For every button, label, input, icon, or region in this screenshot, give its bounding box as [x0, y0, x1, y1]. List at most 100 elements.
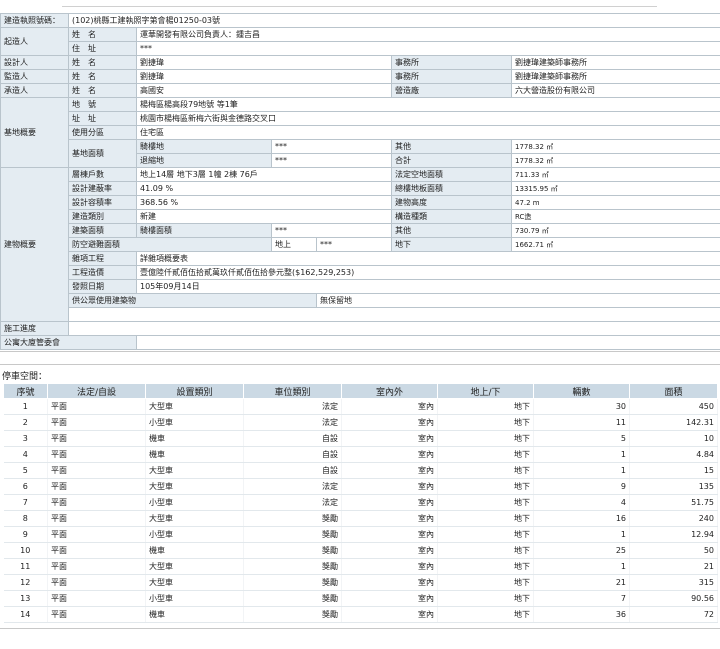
site-total: 1778.32 ㎡: [510, 153, 720, 168]
starter-label: 起造人: [0, 27, 69, 56]
table-cell: 獎勵: [243, 526, 342, 543]
table-cell: 室內: [341, 574, 438, 591]
table-cell: 室內: [341, 542, 438, 559]
table-cell: 36: [533, 606, 630, 623]
table-row: 2 平面 小型車 法定 室內 地下 11 142.31: [3, 414, 718, 431]
designer-name: 劉捷瑋: [136, 55, 392, 70]
site-arcade-label: 騎樓地: [136, 139, 272, 154]
table-cell: 地下: [437, 414, 534, 431]
supervisor-name: 劉捷瑋: [136, 69, 392, 84]
col-seq: 序號: [3, 383, 48, 399]
misc-label: 雜項工程: [68, 251, 137, 266]
table-cell: 5: [3, 462, 48, 479]
table-cell: 室內: [341, 590, 438, 607]
table-row: 5 平面 大型車 自設 室內 地下 1 15: [3, 462, 718, 479]
table-cell: 大型車: [145, 478, 244, 495]
table-cell: 21: [533, 574, 630, 591]
arcade-area: ***: [271, 223, 392, 238]
below: 1662.71 ㎡: [510, 237, 720, 252]
table-cell: 3: [3, 430, 48, 447]
table-cell: 4: [3, 446, 48, 463]
table-cell: 7: [3, 494, 48, 511]
table-row: 9 平面 小型車 獎勵 室內 地下 1 12.94: [3, 526, 718, 543]
table-cell: 機車: [145, 446, 244, 463]
table-cell: 1: [533, 526, 630, 543]
table-cell: 平面: [47, 542, 146, 559]
table-cell: 10: [629, 430, 718, 447]
site-addr-label: 址 址: [68, 111, 137, 126]
open-space-label: 法定空地面積: [391, 167, 512, 182]
table-cell: 獎勵: [243, 606, 342, 623]
table-cell: 室內: [341, 526, 438, 543]
table-cell: 7: [533, 590, 630, 607]
site-label: 基地概要: [0, 97, 69, 168]
permit-info-table: 建造執照號碼： (102)桃縣工建執照字第會楊01250-03號 起造人 姓 名…: [0, 13, 720, 350]
arcade-area-label: 騎樓面積: [136, 223, 272, 238]
date-label: 發照日期: [68, 279, 137, 294]
table-row: 8 平面 大型車 獎勵 室內 地下 16 240: [3, 510, 718, 527]
table-cell: 142.31: [629, 414, 718, 431]
table-cell: 11: [3, 558, 48, 575]
floor-area: 13315.95 ㎡: [510, 181, 720, 196]
table-cell: 機車: [145, 430, 244, 447]
table-cell: 獎勵: [243, 574, 342, 591]
table-cell: 1: [533, 558, 630, 575]
table-cell: 21: [629, 558, 718, 575]
col-legal: 法定/自設: [47, 383, 146, 399]
table-cell: 室內: [341, 606, 438, 623]
table-cell: 小型車: [145, 414, 244, 431]
table-cell: 地下: [437, 446, 534, 463]
table-cell: 法定: [243, 414, 342, 431]
table-cell: 平面: [47, 478, 146, 495]
far: 368.56 %: [136, 195, 392, 210]
starter-name-label: 姓 名: [68, 27, 137, 42]
table-cell: 240: [629, 510, 718, 527]
table-cell: 1: [533, 446, 630, 463]
table-cell: 5: [533, 430, 630, 447]
table-cell: 平面: [47, 446, 146, 463]
table-row: 4 平面 機車 自設 室內 地下 1 4.84: [3, 446, 718, 463]
type-label: 建造類別: [68, 209, 137, 224]
section-divider: [0, 351, 720, 352]
coverage: 41.09 %: [136, 181, 392, 196]
table-cell: 機車: [145, 606, 244, 623]
table-cell: 地下: [437, 526, 534, 543]
table-cell: 室內: [341, 462, 438, 479]
table-cell: 平面: [47, 590, 146, 607]
table-cell: 室內: [341, 558, 438, 575]
table-cell: 地下: [437, 494, 534, 511]
table-cell: 法定: [243, 478, 342, 495]
above-label: 地上: [271, 237, 317, 252]
table-cell: 地下: [437, 558, 534, 575]
col-spot-type: 車位類別: [243, 383, 342, 399]
site-zone-label: 使用分區: [68, 125, 137, 140]
table-cell: 大型車: [145, 510, 244, 527]
other-area-label: 其他: [391, 223, 512, 238]
table-cell: 1: [533, 462, 630, 479]
table-cell: 15: [629, 462, 718, 479]
committee-label: 公寓大廈管委會: [0, 335, 137, 350]
table-cell: 大型車: [145, 574, 244, 591]
height-label: 建物高度: [391, 195, 512, 210]
contractor-name-label: 姓 名: [68, 83, 137, 98]
cost: 壹億陸仟貳佰伍拾貳萬玖仟貳佰伍拾參元整($162,529,253): [135, 265, 720, 280]
table-cell: 8: [3, 510, 48, 527]
designer-office: 劉捷瑋建築師事務所: [510, 55, 720, 70]
supervisor-name-label: 姓 名: [68, 69, 137, 84]
table-cell: 地下: [437, 574, 534, 591]
table-cell: 地下: [437, 478, 534, 495]
parking-body: 1 平面 大型車 法定 室內 地下 30 450 2 平面 小型車 法定 室內 地下 11 142.31 3 平面…: [3, 398, 718, 623]
table-cell: 9: [533, 478, 630, 495]
table-row: 1 平面 大型車 法定 室內 地下 30 450: [3, 398, 718, 415]
building-label: 建物概要: [0, 167, 69, 322]
type: 新建: [136, 209, 392, 224]
table-cell: 獎勵: [243, 558, 342, 575]
table-cell: 12: [3, 574, 48, 591]
table-cell: 大型車: [145, 558, 244, 575]
table-cell: 72: [629, 606, 718, 623]
table-cell: 自設: [243, 446, 342, 463]
table-cell: 獎勵: [243, 510, 342, 527]
site-other-label: 其他: [391, 139, 512, 154]
other-area: 730.79 ㎡: [510, 223, 720, 238]
struct: RC造: [510, 209, 720, 224]
